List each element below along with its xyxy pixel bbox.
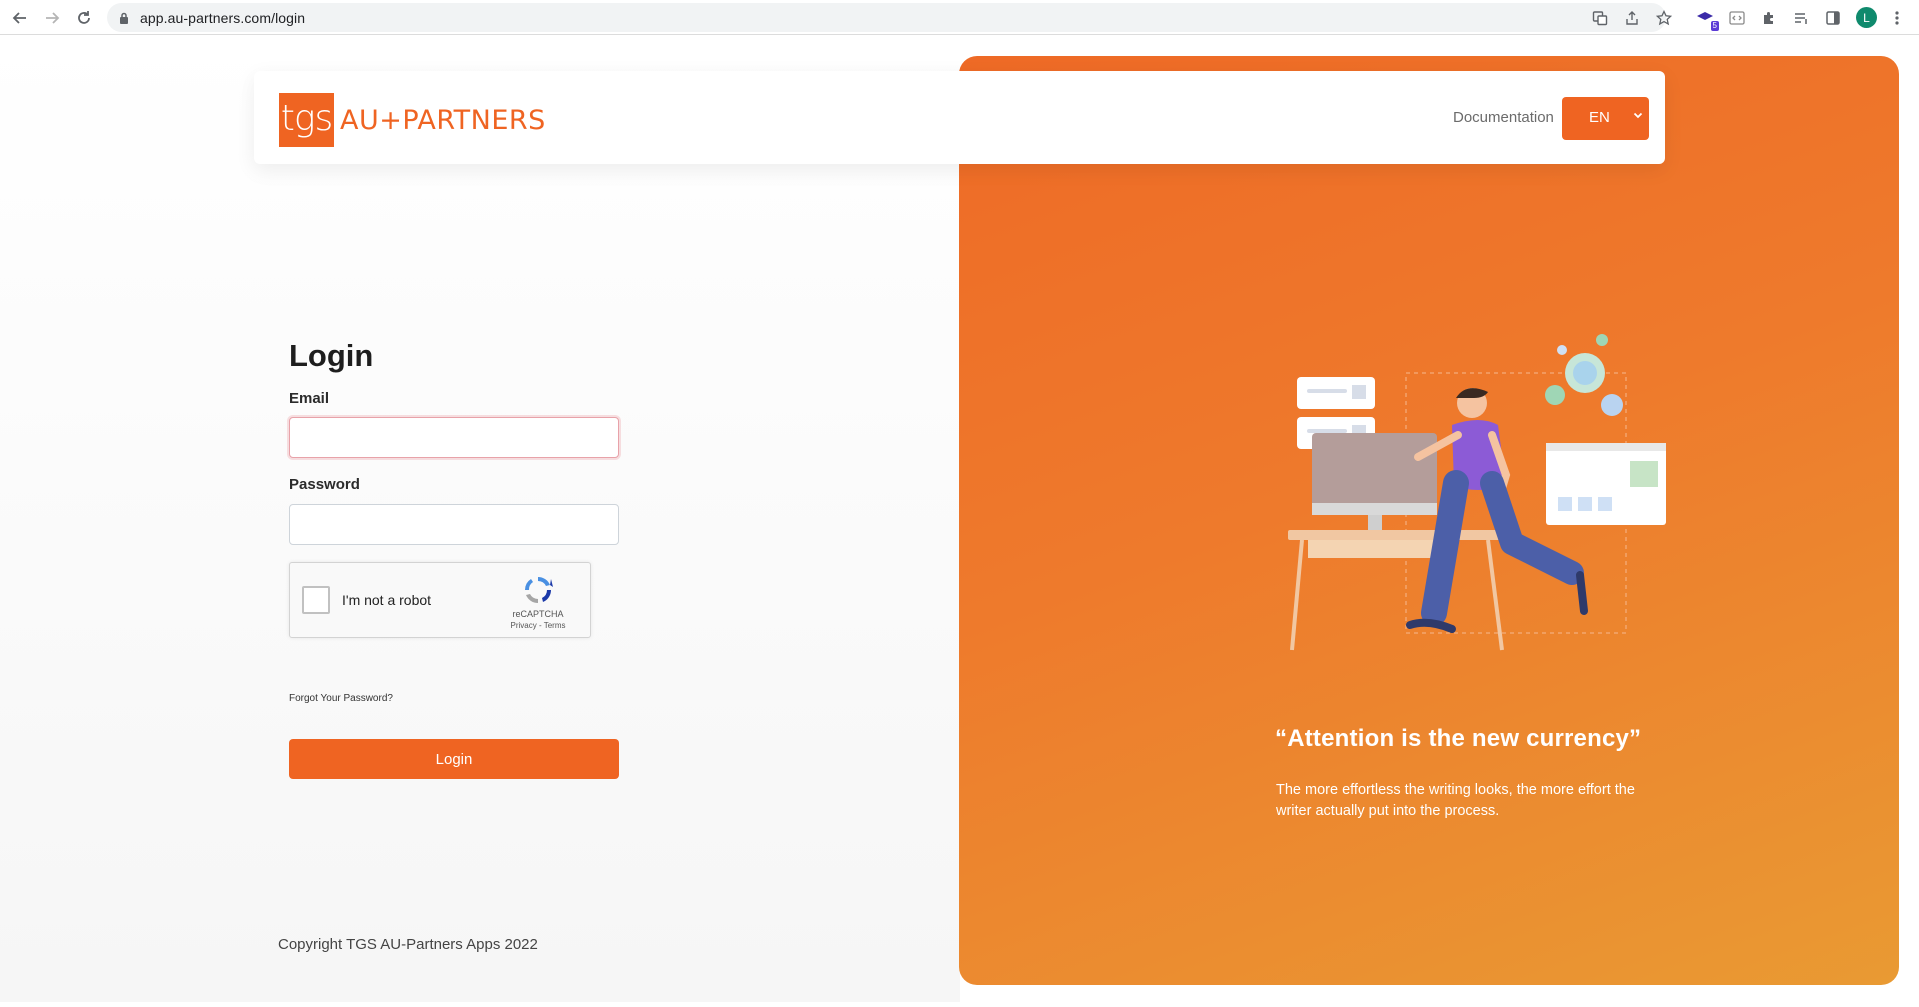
recaptcha-logo-icon <box>522 574 554 611</box>
site-header: tgs AU+PARTNERS Documentation EN <box>254 71 1665 164</box>
chevron-down-icon <box>1633 108 1643 123</box>
login-button[interactable]: Login <box>289 739 619 779</box>
reading-list-icon[interactable] <box>1789 6 1813 30</box>
recaptcha-brand: reCAPTCHA <box>512 609 564 619</box>
login-title: Login <box>289 338 374 373</box>
translate-icon[interactable] <box>1590 8 1610 28</box>
brand-logo[interactable]: tgs AU+PARTNERS <box>279 93 546 147</box>
forward-icon[interactable] <box>40 6 64 30</box>
email-label: Email <box>289 390 330 407</box>
share-icon[interactable] <box>1622 8 1642 28</box>
forgot-password-link[interactable]: Forgot Your Password? <box>289 693 393 704</box>
hero-illustration <box>1288 334 1666 651</box>
url-text[interactable]: app.au-partners.com/login <box>140 10 305 26</box>
monitor <box>1312 433 1437 513</box>
logo-mark: tgs <box>279 93 334 147</box>
recaptcha-privacy-terms[interactable]: Privacy - Terms <box>490 621 586 630</box>
email-field[interactable] <box>289 417 619 458</box>
back-icon[interactable] <box>8 6 32 30</box>
bookmark-star-icon[interactable] <box>1654 8 1674 28</box>
hero-subtext: The more effortless the writing looks, t… <box>1276 782 1635 819</box>
login-page: tgs AU+PARTNERS Documentation EN Login E… <box>0 35 1919 1002</box>
extensions-puzzle-icon[interactable] <box>1757 6 1781 30</box>
recaptcha-checkbox[interactable] <box>302 586 330 614</box>
documentation-link[interactable]: Documentation <box>1453 109 1554 126</box>
reload-icon[interactable] <box>72 6 96 30</box>
password-label: Password <box>289 476 360 493</box>
copyright-text: Copyright TGS AU-Partners Apps 2022 <box>278 936 538 953</box>
profile-avatar[interactable]: L <box>1856 7 1877 28</box>
hero-quote: “Attention is the new currency” <box>1275 725 1642 752</box>
desk <box>1288 530 1508 540</box>
logo-text: AU+PARTNERS <box>340 104 546 136</box>
side-panel-icon[interactable] <box>1821 6 1845 30</box>
browser-menu-icon[interactable] <box>1885 6 1909 30</box>
recaptcha-label: I'm not a robot <box>342 592 432 608</box>
extension-code-icon[interactable] <box>1725 6 1749 30</box>
recaptcha-widget: I'm not a robot reCAPTCHA Privacy - Term… <box>289 562 591 638</box>
extension-badge: 5 <box>1710 21 1719 31</box>
language-value: EN <box>1589 109 1610 126</box>
extension-graduation-icon[interactable]: 5 <box>1693 6 1719 31</box>
browser-toolbar: app.au-partners.com/login 5 L <box>0 0 1919 35</box>
language-select[interactable]: EN <box>1562 97 1649 140</box>
password-field[interactable] <box>289 504 619 545</box>
lock-icon[interactable] <box>119 11 129 29</box>
address-bar[interactable]: app.au-partners.com/login <box>107 3 1672 32</box>
